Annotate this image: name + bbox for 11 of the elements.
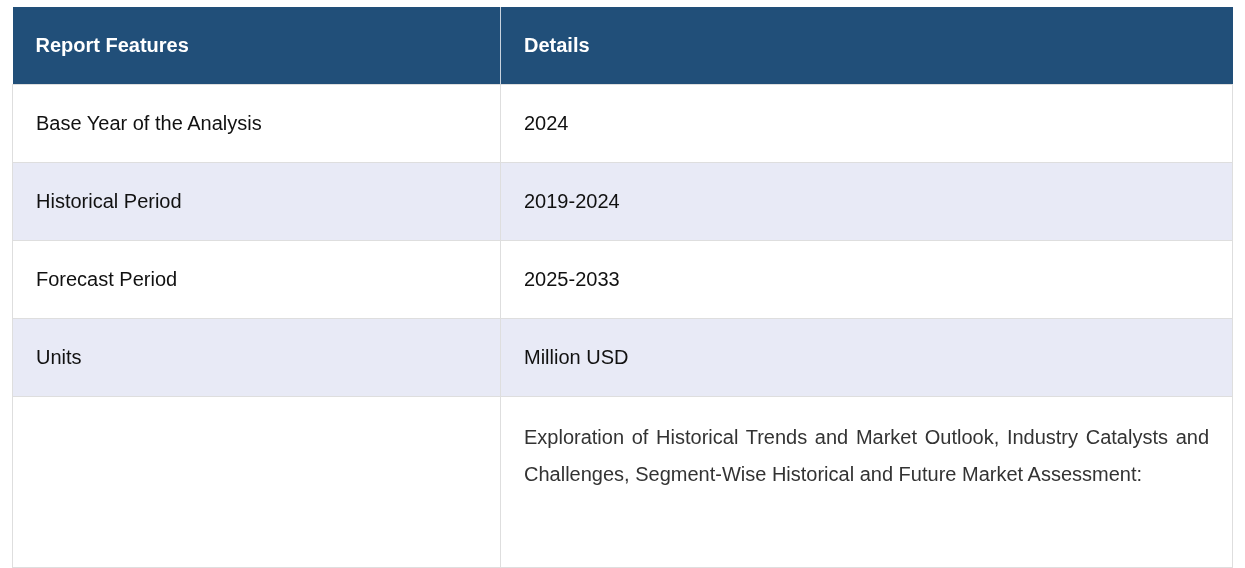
table-cell: Units <box>12 318 501 396</box>
table-cell: Base Year of the Analysis <box>12 84 501 162</box>
table-cell: 2024 <box>500 84 1233 162</box>
table-cell: Historical Period <box>12 162 501 240</box>
table-cell-text: Exploration of Historical Trends and Market Outlook, Industry Catalysts and Challenges, Segment-Wise Historical and Future Market Assessment: <box>524 424 1209 487</box>
table-cell: 2019-2024 <box>500 162 1233 240</box>
column-header: Report Features <box>12 7 501 84</box>
column-header: Details <box>500 7 1233 84</box>
table-cell: Forecast Period <box>12 240 501 318</box>
table-cell: 2025-2033 <box>500 240 1233 318</box>
table-cell: Million USD <box>500 318 1233 396</box>
